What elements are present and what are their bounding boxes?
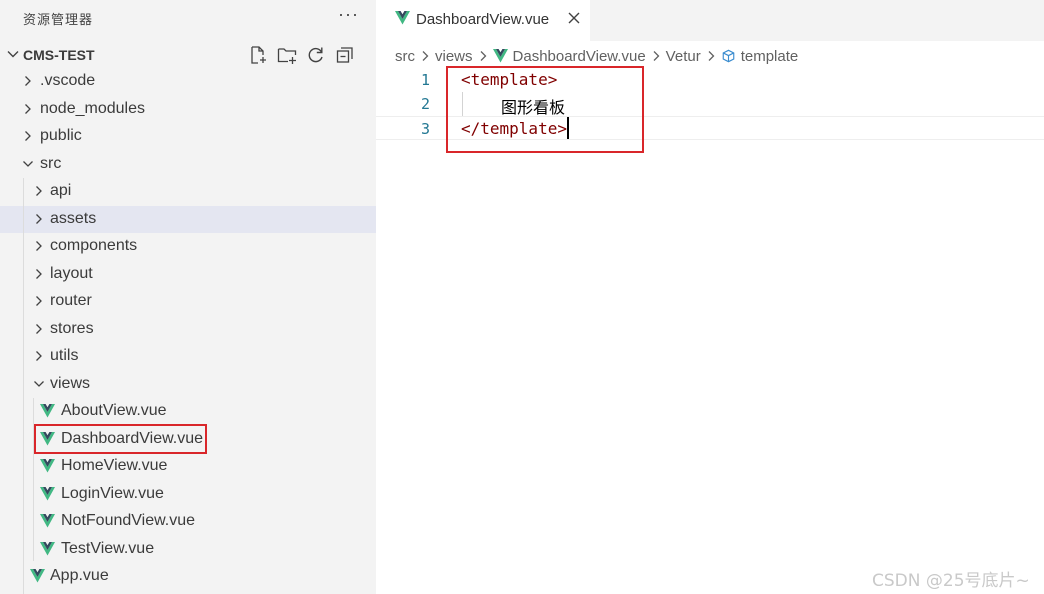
indent-guide xyxy=(23,178,24,594)
breadcrumb-views[interactable]: views xyxy=(435,48,473,65)
collapse-all-button[interactable] xyxy=(334,44,356,66)
chevron-right-icon xyxy=(36,213,42,224)
chevron-right-icon xyxy=(36,268,42,279)
chevron-right-icon xyxy=(36,323,42,334)
tab-dashboard-view[interactable]: DashboardView.vue xyxy=(376,0,590,41)
tree-item-label: utils xyxy=(50,347,79,364)
explorer-sidebar: 资源管理器 ··· CMS-TEST .vscode node_modulespu… xyxy=(0,0,376,594)
tree-file-item[interactable]: AboutView.vue xyxy=(0,398,376,426)
vue-file-icon xyxy=(30,569,45,583)
vue-file-icon xyxy=(40,404,55,418)
chevron-right-icon xyxy=(36,351,42,361)
cube-symbol-icon xyxy=(722,49,735,63)
tree-item-label: stores xyxy=(50,319,94,337)
tree-file-item[interactable]: LoginView.vue xyxy=(0,481,376,509)
new-folder-button[interactable] xyxy=(276,44,298,66)
vue-file-icon xyxy=(40,514,55,528)
project-name: CMS-TEST xyxy=(23,47,95,63)
tree-item-label: node_modules xyxy=(40,99,145,117)
refresh-icon xyxy=(308,47,323,63)
vue-file-icon xyxy=(40,541,55,555)
chevron-right-icon xyxy=(36,241,42,251)
tree-folder-item[interactable]: assets xyxy=(0,205,376,233)
indent-guide xyxy=(33,398,34,561)
breadcrumb-vetur[interactable]: Vetur xyxy=(666,48,701,65)
line-number: 3 xyxy=(420,120,430,138)
tree-file-item[interactable]: HomeView.vue xyxy=(0,453,376,481)
line-number: 1 xyxy=(420,71,430,89)
tree-item-label: api xyxy=(50,182,72,199)
file-tree: .vscode node_modulespublic src api assets com… xyxy=(0,68,376,591)
vue-file-icon xyxy=(492,49,508,63)
tree-folder-item[interactable]: layout xyxy=(0,261,376,289)
tree-file-item[interactable]: TestView.vue xyxy=(0,536,376,564)
tree-folder-item[interactable]: utils xyxy=(0,343,376,371)
breadcrumb-file[interactable]: DashboardView.vue xyxy=(513,48,646,65)
chevron-right-icon xyxy=(708,51,715,61)
tree-folder-item[interactable]: stores xyxy=(0,316,376,344)
tree-item-label: AboutView.vue xyxy=(61,402,167,419)
tree-folder-item[interactable]: router xyxy=(0,288,376,316)
chevron-right-icon xyxy=(653,51,660,61)
tree-item-label: HomeView.vue xyxy=(61,457,168,474)
tab-label: DashboardView.vue xyxy=(416,11,550,28)
tree-item-label: public xyxy=(40,127,82,144)
vue-file-icon xyxy=(40,486,55,500)
tree-file-item[interactable]: App.vue xyxy=(0,563,376,591)
tree-file-item[interactable]: NotFoundView.vue xyxy=(0,508,376,536)
tree-item-label: NotFoundView.vue xyxy=(61,512,196,529)
chevron-down-icon xyxy=(7,51,19,58)
tree-folder-item[interactable]: api xyxy=(0,178,376,206)
tree-folder-item[interactable]: src xyxy=(0,151,376,179)
annotation-box-code xyxy=(446,66,644,153)
chevron-right-icon xyxy=(25,103,31,114)
chevron-down-icon xyxy=(34,380,44,387)
new-file-icon xyxy=(251,46,266,64)
tree-item-label: .vscode xyxy=(40,72,96,89)
breadcrumb-src[interactable]: src xyxy=(395,48,415,65)
collapse-all-icon xyxy=(336,47,353,63)
tree-folder-item[interactable]: views xyxy=(0,371,376,399)
tree-item-label: src xyxy=(40,154,62,172)
tree-folder-item[interactable]: public xyxy=(0,123,376,151)
tree-item-label: TestView.vue xyxy=(61,539,155,557)
watermark: CSDN @25号底片~ xyxy=(872,571,1030,591)
tree-item-label: LoginView.vue xyxy=(61,484,164,502)
tree-folder-item[interactable]: node_modules xyxy=(0,96,376,124)
tree-item-label: router xyxy=(50,292,92,309)
vue-file-icon xyxy=(40,459,55,473)
editor-area: DashboardView.vue src views DashboardVie… xyxy=(376,0,1044,594)
vue-file-icon xyxy=(395,11,410,25)
chevron-right-icon xyxy=(36,296,42,306)
tree-item-label: layout xyxy=(50,264,93,282)
close-icon[interactable] xyxy=(567,11,581,25)
new-file-button[interactable] xyxy=(247,44,269,66)
annotation-box-file xyxy=(34,424,207,454)
tree-folder-item[interactable]: components xyxy=(0,233,376,261)
chevron-right-icon xyxy=(25,131,31,141)
tab-bar: DashboardView.vue xyxy=(376,0,1044,41)
breadcrumb: src views DashboardView.vue Vetur templa… xyxy=(395,46,798,66)
explorer-title: 资源管理器 xyxy=(23,13,94,28)
tree-item-label: assets xyxy=(50,209,97,227)
chevron-down-icon xyxy=(23,160,33,167)
chevron-right-icon xyxy=(36,186,42,196)
breadcrumb-template[interactable]: template xyxy=(741,48,799,65)
project-section-header[interactable]: CMS-TEST xyxy=(0,41,376,68)
line-number: 2 xyxy=(420,95,430,113)
chevron-right-icon xyxy=(25,76,31,86)
chevron-right-icon xyxy=(480,51,486,61)
chevron-right-icon xyxy=(422,51,429,61)
tree-item-label: components xyxy=(50,237,138,254)
new-folder-icon xyxy=(277,48,297,64)
tree-item-label: App.vue xyxy=(50,567,109,584)
tree-item-label: views xyxy=(50,374,91,392)
tree-folder-item[interactable]: .vscode xyxy=(0,68,376,96)
refresh-button[interactable] xyxy=(305,44,327,66)
more-actions-icon[interactable]: ··· xyxy=(338,4,359,25)
